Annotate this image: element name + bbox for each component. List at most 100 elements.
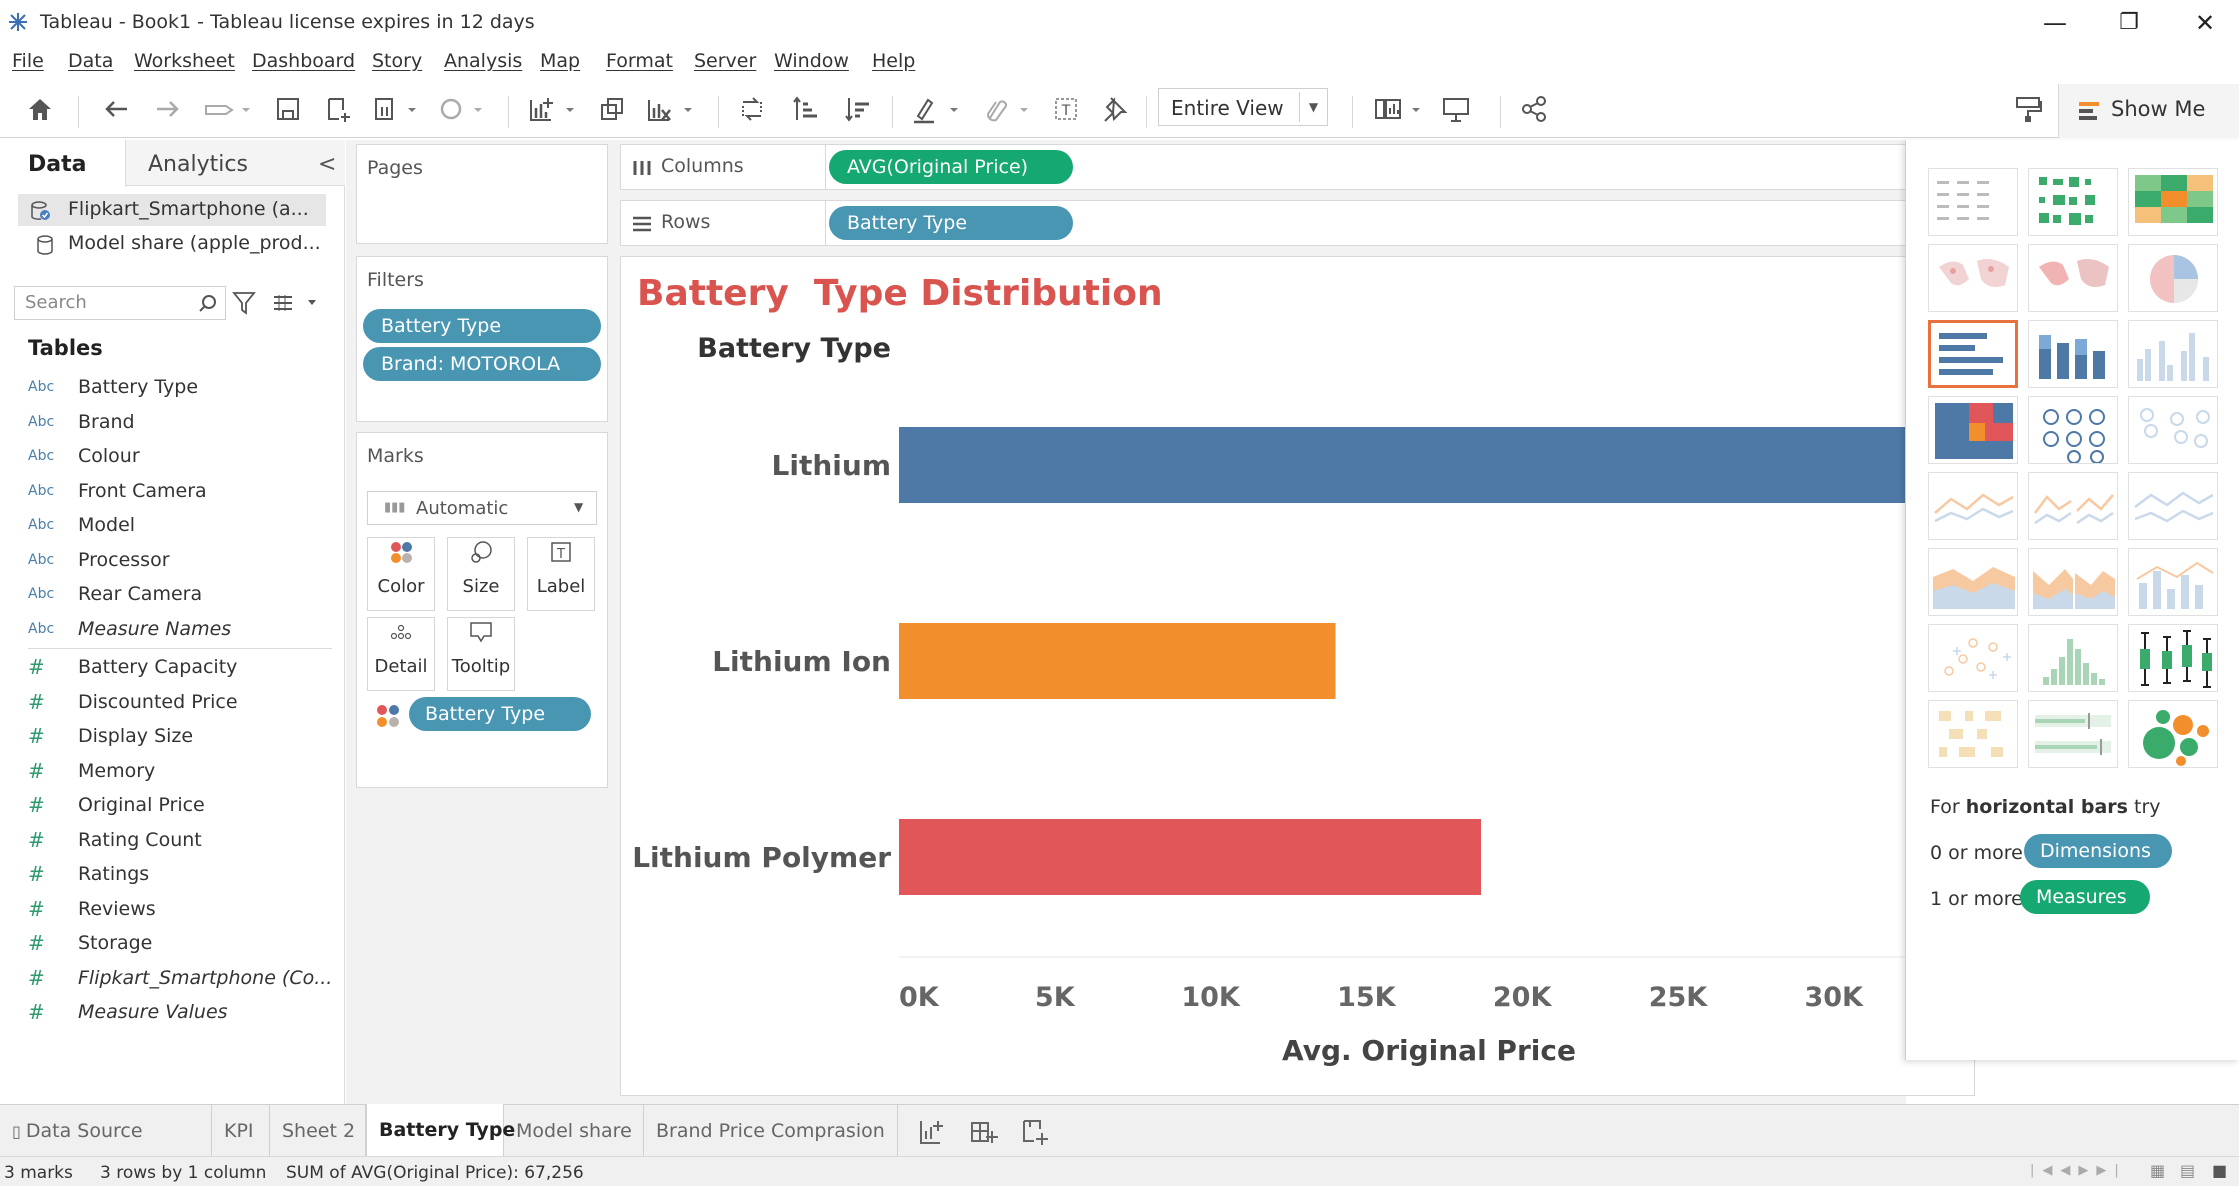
duplicate-icon[interactable] — [592, 94, 632, 128]
save-icon[interactable] — [268, 94, 308, 128]
category-label[interactable]: Lithium — [772, 449, 891, 482]
size-button[interactable]: Size — [447, 537, 515, 611]
field-display-size[interactable]: # Display Size — [28, 719, 193, 753]
bar-lithium-ion[interactable] — [899, 623, 1336, 699]
tab-sheet-2[interactable]: Sheet 2 — [270, 1105, 366, 1157]
pages-shelf[interactable]: Pages — [356, 144, 608, 244]
category-label[interactable]: Lithium Ion — [712, 645, 891, 678]
field-discounted-price[interactable]: # Discounted Price — [28, 685, 238, 719]
discrete-lines-thumb[interactable] — [2028, 472, 2118, 540]
share-icon[interactable] — [1514, 94, 1554, 128]
group-members-icon[interactable] — [978, 94, 1040, 128]
home-icon[interactable] — [20, 94, 60, 128]
field-measure-names[interactable]: Abc Measure Names — [28, 612, 231, 646]
detail-button[interactable]: Detail — [367, 617, 435, 691]
presentation-mode-icon[interactable] — [1436, 94, 1476, 128]
replay-icon[interactable] — [200, 94, 254, 128]
columns-pill-avg-original-price[interactable]: AVG(Original Price) — [829, 150, 1073, 184]
restore-button[interactable]: ❐ — [2104, 4, 2154, 42]
field-battery-type[interactable]: Abc Battery Type — [28, 370, 198, 404]
field-colour[interactable]: Abc Colour — [28, 439, 140, 473]
field-model[interactable]: Abc Model — [28, 508, 135, 542]
refresh-icon[interactable] — [434, 94, 496, 128]
circle-views-thumb[interactable] — [2028, 396, 2118, 464]
menu-file[interactable]: File — [12, 50, 44, 72]
menu-window[interactable]: Window — [774, 50, 849, 72]
continuous-lines-thumb[interactable] — [1928, 472, 2018, 540]
tab-data-source[interactable]: ▯ Data Source — [0, 1105, 212, 1157]
tab-analytics[interactable]: Analytics — [148, 152, 248, 177]
filter-pill-battery-type[interactable]: Battery Type — [363, 309, 601, 343]
swap-rows-columns-icon[interactable] — [732, 94, 772, 128]
tooltip-button[interactable]: Tooltip — [447, 617, 515, 691]
field-memory[interactable]: # Memory — [28, 754, 155, 788]
pause-updates-icon[interactable] — [368, 94, 430, 128]
tab-brand-price-comprasion[interactable]: Brand Price Comprasion — [644, 1105, 898, 1157]
label-button[interactable]: T Label — [527, 537, 595, 611]
menu-format[interactable]: Format — [606, 50, 673, 72]
close-button[interactable]: ✕ — [2180, 4, 2230, 42]
field-front-camera[interactable]: Abc Front Camera — [28, 474, 207, 508]
show-mark-labels-icon[interactable]: T — [1046, 94, 1086, 128]
rows-shelf[interactable]: Rows Battery Type — [620, 200, 1906, 246]
new-worksheet-icon[interactable] — [916, 1117, 946, 1147]
filter-pill-brand[interactable]: Brand: MOTOROLA — [363, 347, 601, 381]
menu-dashboard[interactable]: Dashboard — [252, 50, 355, 72]
category-label[interactable]: Lithium Polymer — [632, 841, 891, 874]
heat-map-thumb[interactable] — [2028, 168, 2118, 236]
menu-data[interactable]: Data — [68, 50, 113, 72]
filters-shelf[interactable]: Filters Battery Type Brand: MOTOROLA — [356, 256, 608, 422]
packed-bubbles-thumb[interactable] — [2128, 700, 2218, 768]
new-story-icon[interactable] — [1020, 1117, 1050, 1147]
show-filmstrip-icon[interactable]: ▤ — [2180, 1161, 2195, 1180]
columns-shelf[interactable]: Columns AVG(Original Price) — [620, 144, 1906, 190]
stacked-bars-thumb[interactable] — [2028, 320, 2118, 388]
menu-help[interactable]: Help — [872, 50, 915, 72]
histogram-thumb[interactable] — [2028, 624, 2118, 692]
area-discrete-thumb[interactable] — [2028, 548, 2118, 616]
bar-lithium[interactable] — [899, 427, 1976, 503]
tab-model-share[interactable]: Model share — [504, 1105, 644, 1157]
horizontal-bars-thumb[interactable] — [1928, 320, 2018, 388]
bullet-graph-thumb[interactable] — [2028, 700, 2118, 768]
worksheet-view[interactable]: Battery Type Distribution Battery Type L… — [620, 256, 1976, 1097]
bar-lithium-polymer[interactable] — [899, 819, 1482, 895]
collapse-pane-icon[interactable]: < — [318, 152, 336, 177]
scatter-plot-thumb[interactable] — [1928, 624, 2018, 692]
field-ratings[interactable]: # Ratings — [28, 857, 149, 891]
menu-server[interactable]: Server — [694, 50, 756, 72]
show-me-button[interactable]: Show Me — [2058, 84, 2239, 138]
bar-chart[interactable]: Battery Type Distribution Battery Type L… — [621, 257, 1976, 1097]
tab-kpi[interactable]: KPI — [212, 1105, 270, 1157]
field-rating-count[interactable]: # Rating Count — [28, 823, 202, 857]
undo-icon[interactable] — [96, 94, 136, 128]
field-storage[interactable]: # Storage — [28, 926, 152, 960]
pin-icon[interactable] — [1094, 94, 1134, 128]
field-measure-values[interactable]: # Measure Values — [28, 995, 228, 1029]
gantt-chart-thumb[interactable] — [1928, 700, 2018, 768]
area-continuous-thumb[interactable] — [1928, 548, 2018, 616]
sheet-navigation-icon[interactable]: |◀◀▶▶| — [2030, 1163, 2127, 1178]
rows-pill-battery-type[interactable]: Battery Type — [829, 206, 1073, 240]
field-original-price[interactable]: # Original Price — [28, 788, 205, 822]
new-datasource-icon[interactable] — [318, 94, 358, 128]
show-tabs-icon[interactable]: ■ — [2212, 1161, 2227, 1180]
side-by-side-circles-thumb[interactable] — [2128, 396, 2218, 464]
view-options-icon[interactable] — [270, 290, 322, 316]
search-field[interactable]: Search — [14, 286, 226, 320]
format-painter-icon[interactable] — [2008, 94, 2048, 128]
datasource-item-model-share[interactable]: Model share (apple_prod... — [18, 228, 326, 260]
marks-pill-battery-type[interactable]: Battery Type — [409, 697, 591, 731]
filled-map-thumb[interactable] — [2028, 244, 2118, 312]
tab-battery-type[interactable]: Battery Type — [366, 1104, 515, 1157]
sort-ascending-icon[interactable] — [786, 94, 826, 128]
mark-type-dropdown[interactable]: ▮▮▮ Automatic ▼ — [367, 491, 597, 525]
treemap-thumb[interactable] — [1928, 396, 2018, 464]
new-worksheet-icon[interactable] — [524, 94, 586, 128]
color-button[interactable]: Color — [367, 537, 435, 611]
symbol-map-thumb[interactable] — [1928, 244, 2018, 312]
menu-story[interactable]: Story — [372, 50, 422, 72]
pie-chart-thumb[interactable] — [2128, 244, 2218, 312]
highlight-table-thumb[interactable] — [2128, 168, 2218, 236]
highlight-icon[interactable] — [908, 94, 970, 128]
